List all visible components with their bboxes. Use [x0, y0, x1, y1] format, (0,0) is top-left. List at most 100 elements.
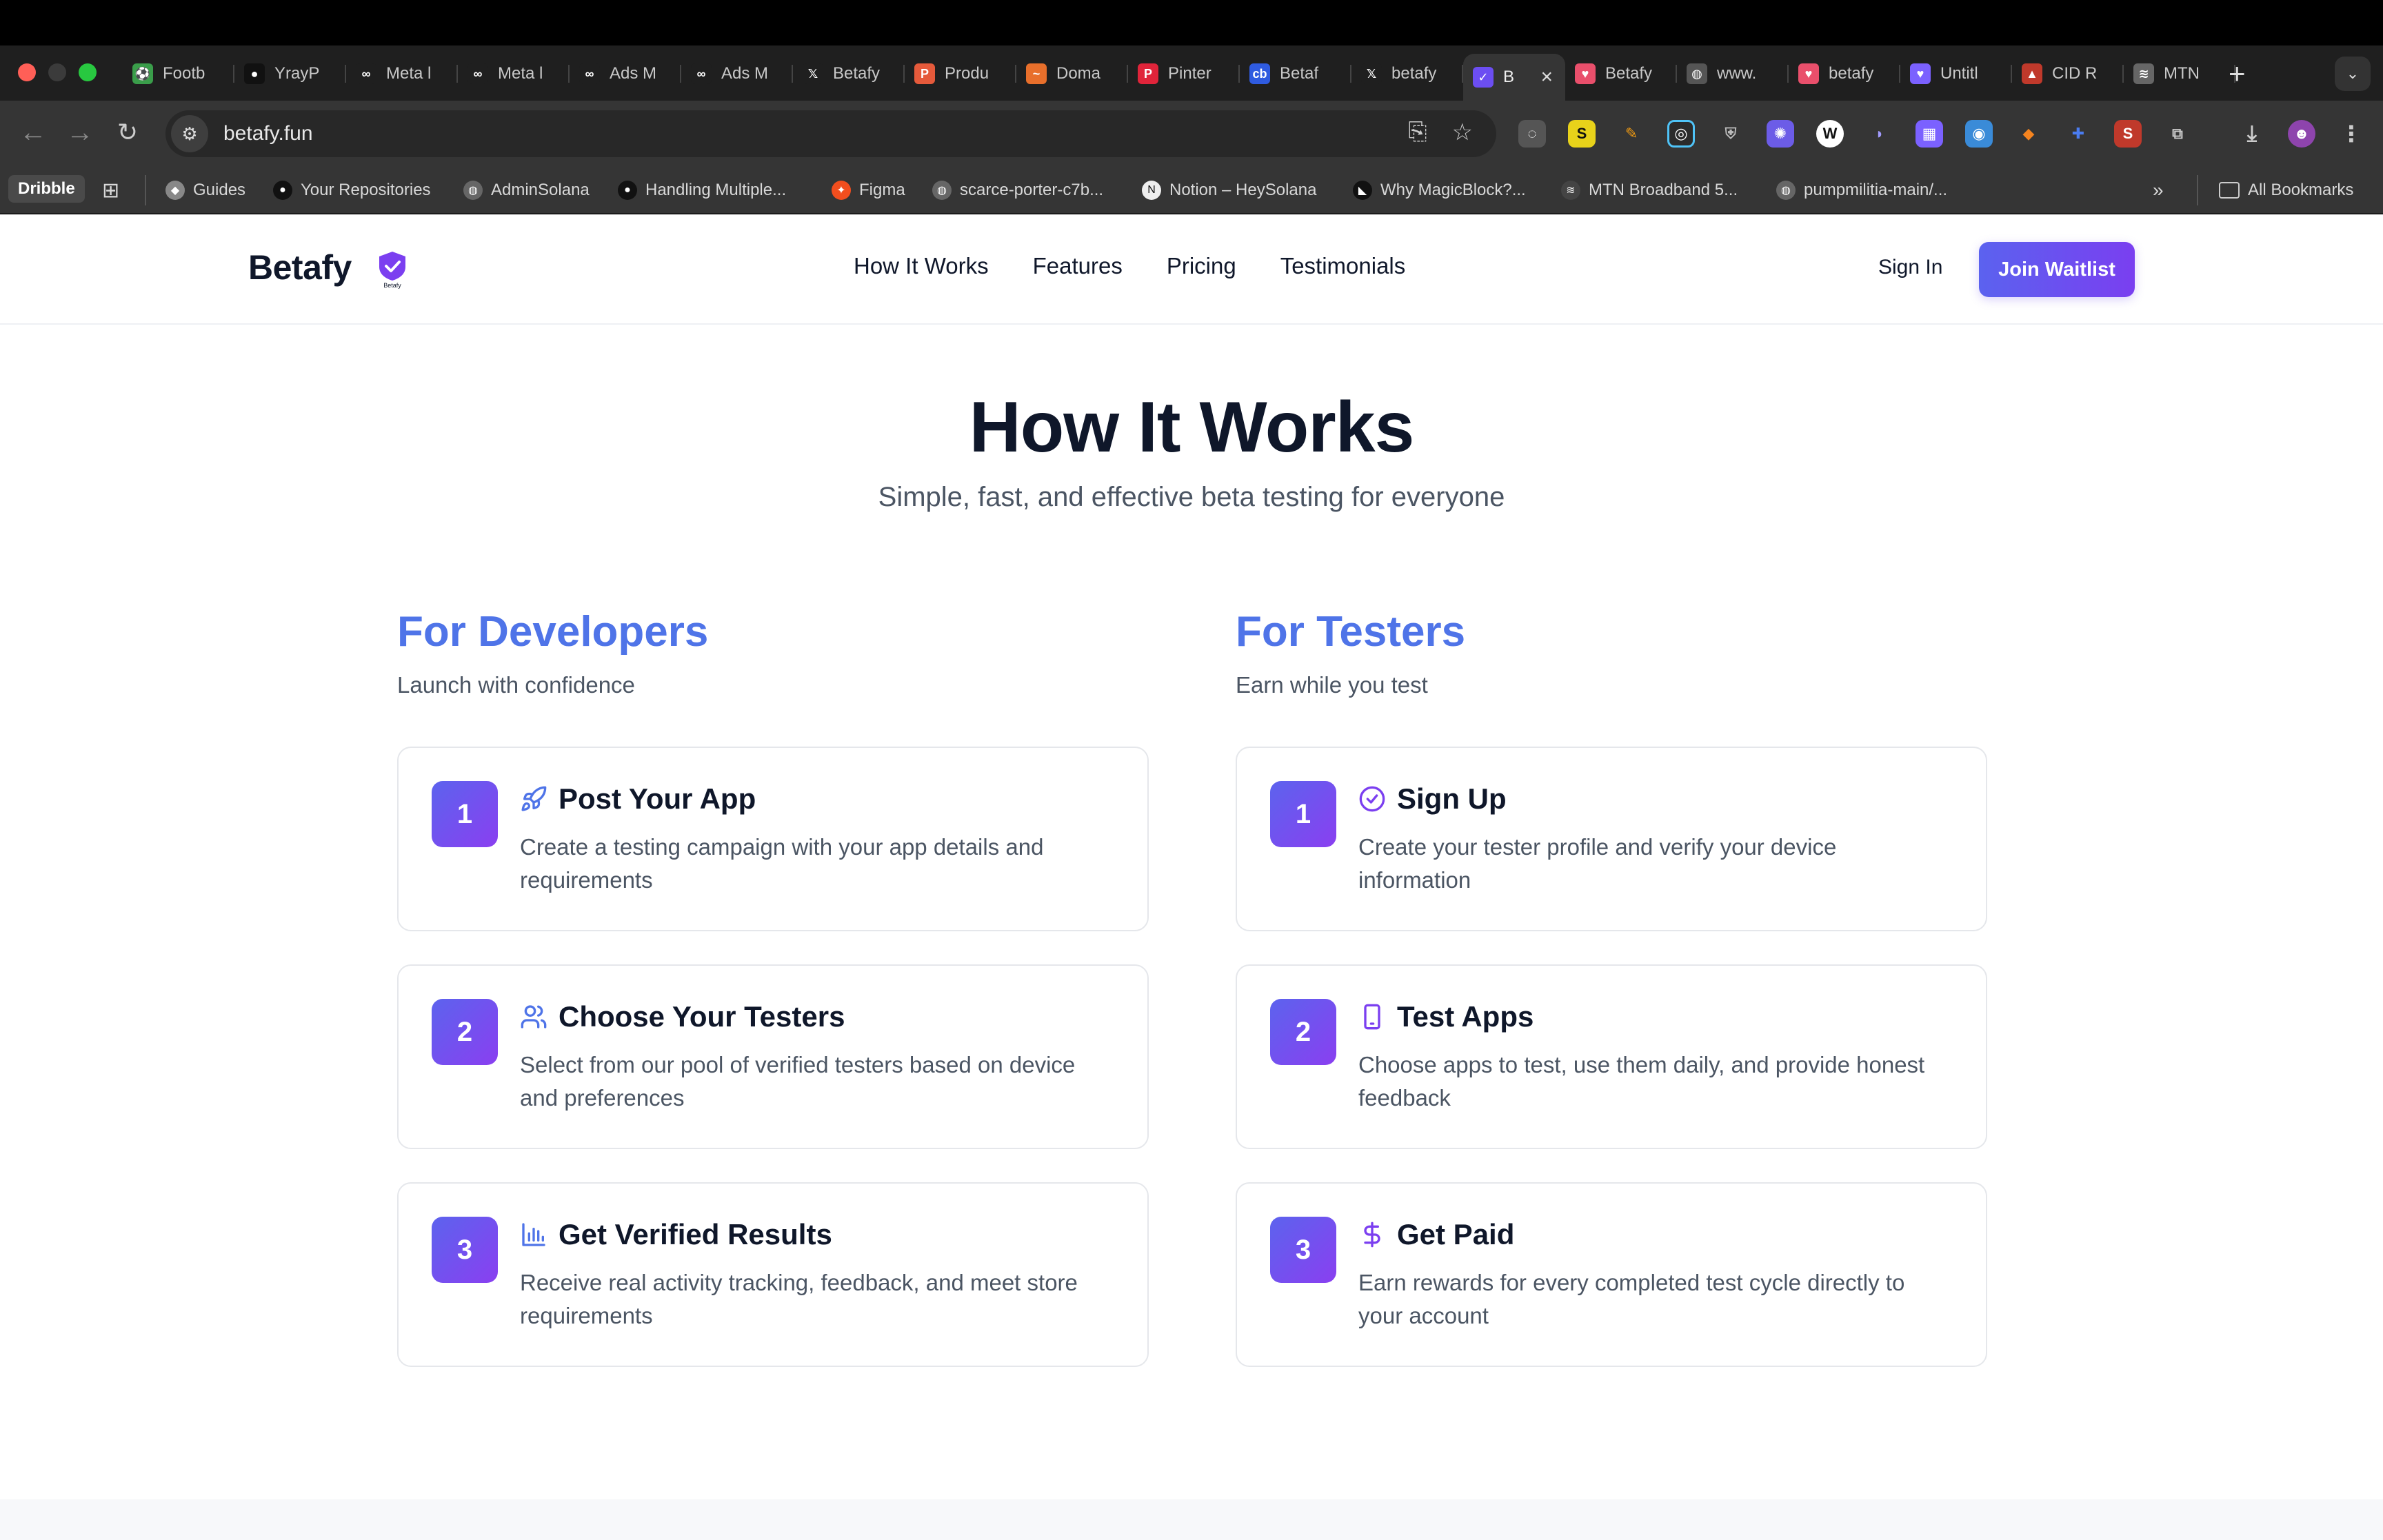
- apps-grid-icon[interactable]: ⊞: [102, 175, 119, 205]
- tab-title: Betafy: [833, 64, 881, 83]
- bookmark-label: scarce-porter-c7b...: [960, 181, 1104, 199]
- nav-how-it-works[interactable]: How It Works: [854, 253, 989, 279]
- extension-icon-9[interactable]: ▦: [1916, 120, 1943, 148]
- tab-title: Ads M: [721, 64, 769, 83]
- close-tab-icon[interactable]: ×: [1540, 65, 1553, 89]
- tab-title: Betaf: [1280, 64, 1319, 83]
- step-title: Post Your App: [559, 782, 756, 815]
- browser-tab[interactable]: 𝕏betafy: [1351, 57, 1463, 91]
- join-waitlist-button[interactable]: Join Waitlist: [1979, 242, 2135, 297]
- all-bookmarks[interactable]: All Bookmarks: [2219, 175, 2353, 205]
- tab-favicon-icon: P: [1138, 63, 1158, 84]
- developers-title: For Developers: [397, 608, 709, 656]
- extension-icon-6[interactable]: ✺: [1767, 120, 1794, 148]
- step-number: 3: [432, 1217, 498, 1283]
- extension-icon-7[interactable]: W: [1816, 120, 1844, 148]
- browser-tab[interactable]: ♥ Untitl: [1900, 57, 2012, 91]
- back-button[interactable]: ←: [19, 117, 47, 148]
- extension-icon-4[interactable]: ◎: [1667, 120, 1695, 148]
- bookmark-favicon-icon: ◆: [165, 181, 185, 200]
- extension-icon-8[interactable]: ◗: [1866, 120, 1893, 148]
- browser-tab[interactable]: ∞ Meta l: [458, 57, 570, 91]
- window-zoom-button[interactable]: [79, 63, 97, 81]
- bookmark-favicon-icon: ✦: [832, 181, 851, 200]
- brand-logo-text[interactable]: Betafy: [248, 247, 352, 287]
- bookmark-item[interactable]: ◣ Why MagicBlock?...: [1353, 175, 1526, 205]
- browser-menu-icon[interactable]: ⋮: [2337, 120, 2365, 148]
- smartphone-icon: [1364, 1004, 1380, 1030]
- bookmark-item[interactable]: N Notion – HeySolana: [1142, 175, 1316, 205]
- bookmark-favicon-icon: N: [1142, 181, 1161, 200]
- window-minimize-button[interactable]: [48, 63, 66, 81]
- window-close-button[interactable]: [18, 63, 36, 81]
- step-description: Receive real activity tracking, feedback…: [520, 1270, 1078, 1328]
- bookmark-item[interactable]: ◍ pumpmilitia-main/...: [1776, 175, 1947, 205]
- download-icon[interactable]: ⤓: [2238, 120, 2266, 148]
- extension-icon-11[interactable]: ◆: [2015, 120, 2042, 148]
- step-number: 3: [1270, 1217, 1336, 1283]
- browser-tab[interactable]: cb Betaf: [1240, 57, 1351, 91]
- browser-tab[interactable]: ♥ betafy: [1789, 57, 1900, 91]
- dollar-icon: [1364, 1222, 1380, 1248]
- browser-tab[interactable]: ▲ CID R: [2012, 57, 2124, 91]
- extension-icon-1[interactable]: ◌: [1518, 120, 1546, 148]
- new-tab-button[interactable]: +: [2229, 57, 2246, 91]
- bookmark-dribble[interactable]: Dribble: [8, 175, 85, 203]
- forward-button[interactable]: →: [66, 117, 94, 148]
- bookmark-item[interactable]: ◆ Guides: [165, 175, 245, 205]
- testers-subtitle: Earn while you test: [1236, 672, 1428, 698]
- tab-favicon-icon: ∞: [356, 63, 376, 84]
- bar-chart-icon: [522, 1223, 545, 1246]
- step-title: Choose Your Testers: [559, 1000, 845, 1033]
- address-bar[interactable]: ⚙ betafy.fun ⎘ ☆: [165, 110, 1496, 157]
- extension-icon-2[interactable]: S: [1568, 120, 1596, 148]
- extension-icon-10[interactable]: ◉: [1965, 120, 1993, 148]
- developers-subtitle: Launch with confidence: [397, 672, 635, 698]
- browser-tab[interactable]: ♥ Betafy: [1565, 57, 1677, 91]
- step-description: Choose apps to test, use them daily, and…: [1358, 1052, 1925, 1111]
- install-app-icon[interactable]: ⎘: [1408, 119, 1427, 146]
- browser-tab[interactable]: ~ Doma: [1016, 57, 1128, 91]
- bookmark-item[interactable]: ✦ Figma: [832, 175, 905, 205]
- step-description: Create a testing campaign with your app …: [520, 834, 1044, 893]
- browser-tab[interactable]: ≋ MTN: [2124, 57, 2235, 91]
- tab-title: Meta l: [386, 64, 432, 83]
- browser-tab[interactable]: P Pinter: [1128, 57, 1240, 91]
- bookmark-item[interactable]: ◍ AdminSolana: [463, 175, 590, 205]
- browser-tab[interactable]: 𝕏 Betafy: [793, 57, 905, 91]
- bookmark-item[interactable]: ● Handling Multiple...: [618, 175, 786, 205]
- extension-icon-3[interactable]: ✎: [1618, 120, 1645, 148]
- profile-avatar[interactable]: ☻: [2288, 120, 2315, 148]
- browser-tab[interactable]: P Produ: [905, 57, 1016, 91]
- browser-tab[interactable]: ∞ Ads M: [681, 57, 793, 91]
- tab-search-button[interactable]: ⌄: [2335, 57, 2371, 91]
- extension-icon-12[interactable]: ✚: [2064, 120, 2092, 148]
- extensions-puzzle-icon[interactable]: ⧉: [2164, 120, 2191, 148]
- url-text[interactable]: betafy.fun: [223, 122, 313, 145]
- sign-in-link[interactable]: Sign In: [1878, 256, 1942, 279]
- bookmark-star-icon[interactable]: ☆: [1452, 119, 1473, 146]
- tab-title: Produ: [945, 64, 989, 83]
- tab-favicon-icon: 𝕏: [803, 63, 823, 84]
- nav-testimonials[interactable]: Testimonials: [1280, 253, 1406, 279]
- tab-favicon-icon: P: [914, 63, 935, 84]
- bookmark-favicon-icon: ◍: [932, 181, 952, 200]
- browser-tab[interactable]: ● YrayP: [234, 57, 346, 91]
- extension-icon-13[interactable]: S: [2114, 120, 2142, 148]
- browser-tab[interactable]: ∞ Ads M: [570, 57, 681, 91]
- extension-icon-5[interactable]: ⛨: [1717, 120, 1744, 148]
- reload-button[interactable]: ↻: [117, 117, 138, 148]
- browser-tab[interactable]: ⚽ Footb: [123, 57, 234, 91]
- nav-features[interactable]: Features: [1033, 253, 1123, 279]
- bookmark-item[interactable]: ≋ MTN Broadband 5...: [1561, 175, 1738, 205]
- nav-pricing[interactable]: Pricing: [1167, 253, 1236, 279]
- browser-tab[interactable]: ∞ Meta l: [346, 57, 458, 91]
- bookmark-item[interactable]: ● Your Repositories: [273, 175, 431, 205]
- menu-bar-area: [0, 0, 2383, 45]
- bookmark-item[interactable]: ◍ scarce-porter-c7b...: [932, 175, 1103, 205]
- bookmark-label: Handling Multiple...: [645, 181, 787, 199]
- more-bookmarks-icon[interactable]: »: [2153, 175, 2164, 205]
- browser-tab[interactable]: ◍ www.: [1677, 57, 1789, 91]
- browser-tab[interactable]: ✓ B ×: [1463, 54, 1565, 101]
- site-info-icon[interactable]: ⚙: [171, 115, 208, 152]
